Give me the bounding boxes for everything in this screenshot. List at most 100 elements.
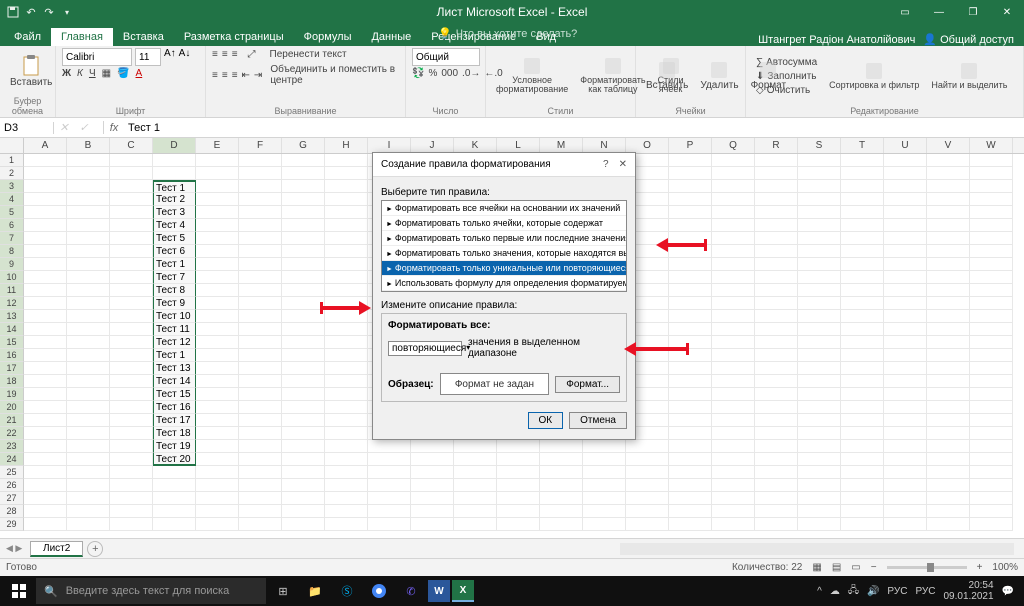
- font-size-combo[interactable]: 11: [135, 48, 161, 66]
- cell[interactable]: [841, 401, 884, 414]
- cell[interactable]: [755, 206, 798, 219]
- cell[interactable]: [196, 180, 239, 193]
- cell[interactable]: [798, 492, 841, 505]
- cell[interactable]: [110, 388, 153, 401]
- cell[interactable]: [970, 258, 1013, 271]
- cell[interactable]: [884, 453, 927, 466]
- cell[interactable]: [282, 349, 325, 362]
- cell[interactable]: [755, 271, 798, 284]
- cell[interactable]: Тест 13: [153, 362, 196, 375]
- tab-данные[interactable]: Данные: [361, 28, 421, 46]
- cell[interactable]: [884, 323, 927, 336]
- cell[interactable]: [196, 232, 239, 245]
- cell[interactable]: [927, 388, 970, 401]
- cell[interactable]: [239, 401, 282, 414]
- cell[interactable]: [841, 492, 884, 505]
- cell[interactable]: [841, 180, 884, 193]
- cell[interactable]: [970, 362, 1013, 375]
- row-header[interactable]: 28: [0, 505, 24, 518]
- cell[interactable]: [67, 466, 110, 479]
- cell[interactable]: [841, 466, 884, 479]
- cell[interactable]: [325, 206, 368, 219]
- cell[interactable]: [755, 349, 798, 362]
- cell[interactable]: [24, 518, 67, 531]
- cell[interactable]: Тест 8: [153, 284, 196, 297]
- cell[interactable]: [755, 375, 798, 388]
- cell[interactable]: [884, 466, 927, 479]
- cell[interactable]: [282, 167, 325, 180]
- column-header[interactable]: W: [970, 138, 1013, 153]
- cell[interactable]: [712, 479, 755, 492]
- wrap-text-button[interactable]: Перенести текст: [266, 48, 351, 61]
- cell[interactable]: [583, 453, 626, 466]
- cell[interactable]: [110, 180, 153, 193]
- cell[interactable]: [927, 310, 970, 323]
- cell[interactable]: [798, 232, 841, 245]
- cell[interactable]: [712, 245, 755, 258]
- cell[interactable]: Тест 9: [153, 297, 196, 310]
- cell[interactable]: [970, 310, 1013, 323]
- cell[interactable]: [970, 245, 1013, 258]
- cell[interactable]: [282, 297, 325, 310]
- currency-icon[interactable]: 💱: [412, 68, 424, 79]
- row-header[interactable]: 15: [0, 336, 24, 349]
- cell[interactable]: [583, 505, 626, 518]
- cell[interactable]: [454, 505, 497, 518]
- cell[interactable]: [67, 349, 110, 362]
- cell[interactable]: [712, 323, 755, 336]
- cell[interactable]: [755, 232, 798, 245]
- cell[interactable]: [669, 284, 712, 297]
- align-bottom-icon[interactable]: ≡: [232, 49, 238, 60]
- cell[interactable]: [239, 336, 282, 349]
- cell[interactable]: [153, 492, 196, 505]
- name-box[interactable]: D3: [0, 122, 54, 134]
- row-header[interactable]: 29: [0, 518, 24, 531]
- paste-button[interactable]: Вставить: [6, 53, 56, 90]
- align-right-icon[interactable]: ≡: [232, 70, 238, 81]
- cell[interactable]: [712, 180, 755, 193]
- cell[interactable]: [755, 219, 798, 232]
- cell[interactable]: [239, 219, 282, 232]
- cell[interactable]: [110, 414, 153, 427]
- cell[interactable]: [927, 479, 970, 492]
- cell[interactable]: [712, 427, 755, 440]
- cell[interactable]: [798, 401, 841, 414]
- cell[interactable]: [239, 388, 282, 401]
- cell[interactable]: Тест 1: [153, 180, 196, 193]
- cell[interactable]: [282, 258, 325, 271]
- cell[interactable]: [196, 310, 239, 323]
- cell[interactable]: [110, 271, 153, 284]
- cell[interactable]: [669, 518, 712, 531]
- cell[interactable]: [282, 440, 325, 453]
- tray-lang2[interactable]: РУС: [915, 586, 935, 597]
- cell[interactable]: [110, 167, 153, 180]
- cell[interactable]: [282, 388, 325, 401]
- cell[interactable]: [669, 492, 712, 505]
- decrease-font-icon[interactable]: A↓: [179, 48, 191, 66]
- cell[interactable]: [841, 284, 884, 297]
- cell[interactable]: Тест 3: [153, 206, 196, 219]
- cell[interactable]: [970, 453, 1013, 466]
- row-header[interactable]: 7: [0, 232, 24, 245]
- cell[interactable]: [927, 505, 970, 518]
- cell[interactable]: [24, 479, 67, 492]
- cell[interactable]: [110, 492, 153, 505]
- qat-dropdown-icon[interactable]: ▾: [60, 5, 74, 19]
- cell[interactable]: [884, 505, 927, 518]
- cell[interactable]: [239, 505, 282, 518]
- cell[interactable]: [755, 193, 798, 206]
- dialog-help-icon[interactable]: ?: [603, 159, 609, 170]
- cell[interactable]: [282, 505, 325, 518]
- cell[interactable]: [110, 297, 153, 310]
- cell[interactable]: [626, 518, 669, 531]
- italic-button[interactable]: К: [77, 68, 83, 79]
- cell[interactable]: [196, 518, 239, 531]
- cell[interactable]: [497, 479, 540, 492]
- cell[interactable]: [841, 349, 884, 362]
- cell[interactable]: [282, 323, 325, 336]
- cell[interactable]: [110, 375, 153, 388]
- accept-formula-icon[interactable]: ✓: [74, 121, 94, 134]
- rule-type-list[interactable]: Форматировать все ячейки на основании их…: [381, 200, 627, 292]
- cell[interactable]: [67, 154, 110, 167]
- cell[interactable]: [841, 336, 884, 349]
